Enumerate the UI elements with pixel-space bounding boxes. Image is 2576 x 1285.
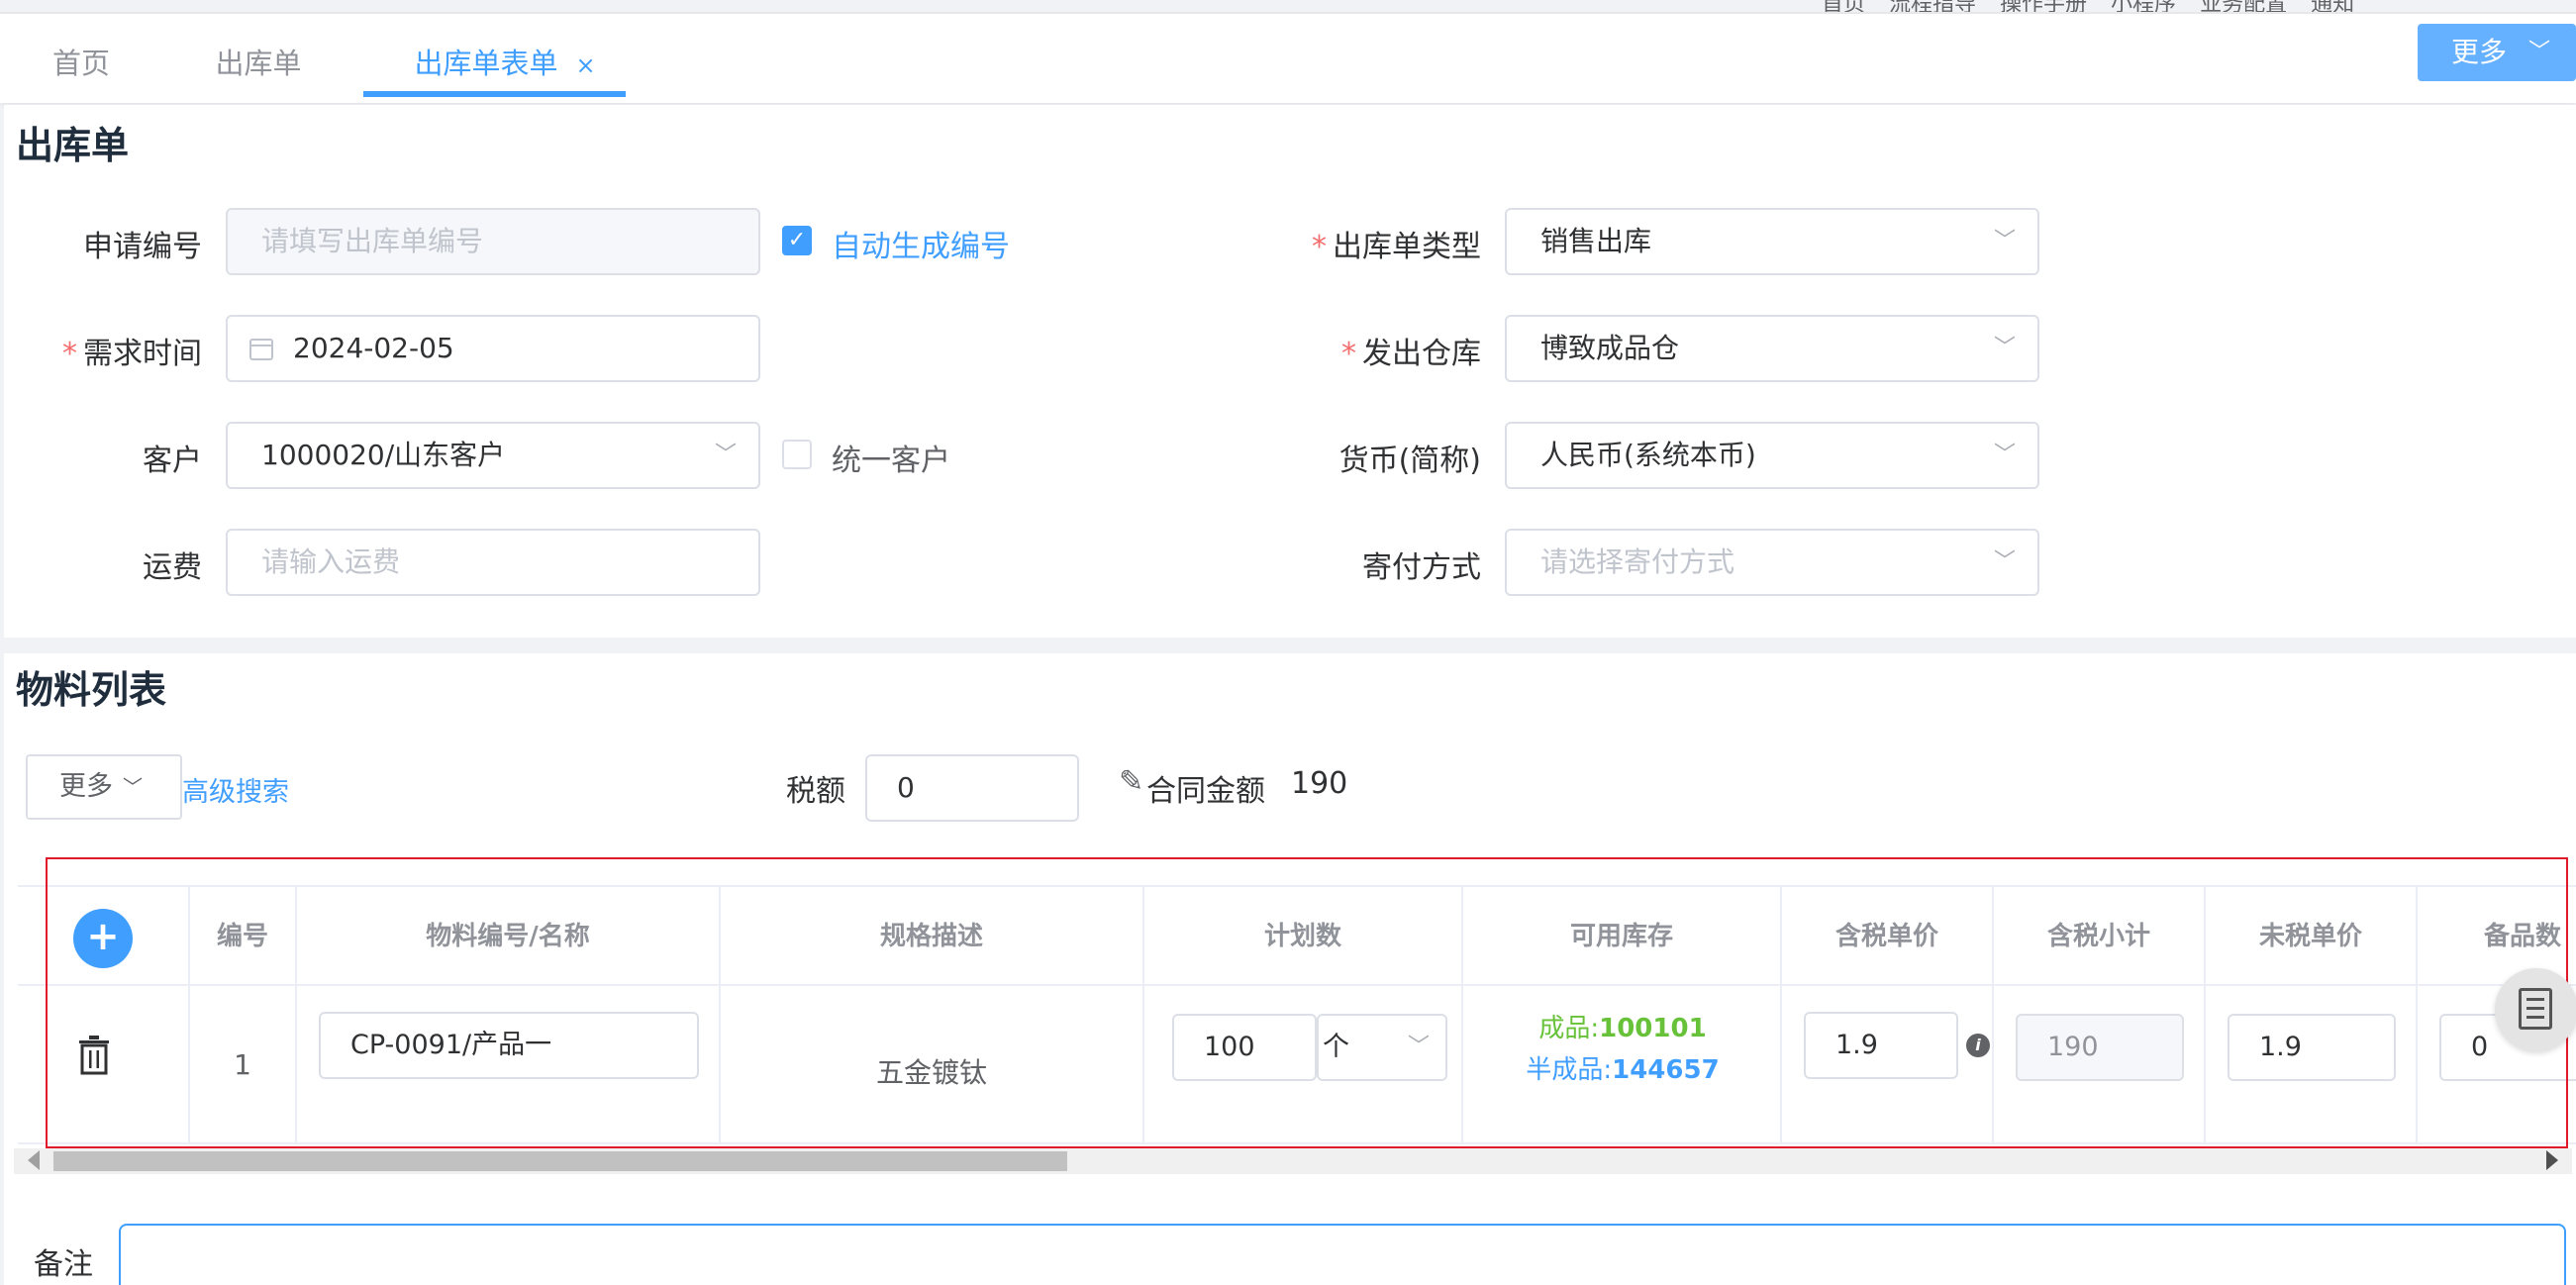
scroll-right-icon[interactable] xyxy=(2546,1150,2558,1170)
close-icon[interactable]: × xyxy=(575,51,595,79)
top-link-config[interactable]: 业务配置 xyxy=(2200,0,2287,12)
freight-input[interactable]: 请输入运费 xyxy=(226,529,760,596)
shipping-select[interactable]: 请选择寄付方式 ﹀ xyxy=(1505,529,2039,596)
freight-label: 运费 xyxy=(143,550,202,585)
tax-label: 税额 xyxy=(786,774,845,809)
tab-bar: 首页 出库单 出库单表单 × xyxy=(0,14,2576,103)
more-button-label: 更多 xyxy=(2451,36,2508,68)
tab-outbound-form[interactable]: 出库单表单 × xyxy=(406,34,604,93)
out-type-select[interactable]: 销售出库 ﹀ xyxy=(1505,208,2039,275)
apply-no-placeholder: 请填写出库单编号 xyxy=(261,225,484,257)
currency-label: 货币(简称) xyxy=(1338,444,1481,478)
demand-time-value: 2024-02-05 xyxy=(293,332,454,364)
currency-value: 人民币(系统本币) xyxy=(1540,439,1756,471)
out-type-label: * 出库单类型 xyxy=(1312,230,1481,264)
contract-amount-label: 合同金额 xyxy=(1146,774,1265,809)
tax-input[interactable]: 0 xyxy=(865,754,1079,822)
remark-label: 备注 xyxy=(34,1247,93,1282)
advanced-search-link[interactable]: 高级搜索 xyxy=(182,770,289,809)
tab-home[interactable]: 首页 xyxy=(50,34,113,93)
top-link-guide[interactable]: 流程指导 xyxy=(1889,0,1976,12)
tax-value: 0 xyxy=(897,771,915,804)
shipping-label: 寄付方式 xyxy=(1362,550,1481,585)
warehouse-value: 博致成品仓 xyxy=(1540,332,1680,364)
outbound-form-panel: 出库单 申请编号 请填写出库单编号 ✓ 自动生成编号 * 出库单类型 销售出库 ﹀… xyxy=(4,105,2576,638)
scrollbar-thumb[interactable] xyxy=(53,1151,1067,1171)
chevron-down-icon: ﹀ xyxy=(1993,549,2016,574)
out-type-value: 销售出库 xyxy=(1540,225,1652,257)
chevron-down-icon: ﹀ xyxy=(2528,40,2551,64)
contract-amount-value: 190 xyxy=(1291,766,1348,801)
table-highlight-box xyxy=(46,857,2568,1148)
apply-no-input[interactable]: 请填写出库单编号 xyxy=(226,208,760,275)
materials-more-label: 更多 xyxy=(59,771,113,802)
materials-more-button[interactable]: 更多 ﹀ xyxy=(26,754,182,820)
unified-customer-checkbox[interactable] xyxy=(782,440,812,469)
customer-label: 客户 xyxy=(143,444,202,478)
tab-outbound-form-label: 出库单表单 xyxy=(414,47,558,80)
chevron-down-icon: ﹀ xyxy=(714,443,737,467)
top-link-home[interactable]: 首页 xyxy=(1822,0,1865,12)
materials-title: 物料列表 xyxy=(16,668,167,712)
table-horizontal-scrollbar[interactable] xyxy=(14,1148,2572,1174)
customer-value: 1000020/山东客户 xyxy=(261,439,506,471)
warehouse-select[interactable]: 博致成品仓 ﹀ xyxy=(1505,315,2039,382)
chevron-down-icon: ﹀ xyxy=(1993,336,2016,360)
chevron-down-icon: ﹀ xyxy=(1993,443,2016,467)
edit-icon[interactable]: ✎ xyxy=(1119,764,1143,799)
unified-customer-label[interactable]: 统一客户 xyxy=(832,436,950,479)
demand-time-label: * 需求时间 xyxy=(62,337,202,371)
currency-select[interactable]: 人民币(系统本币) ﹀ xyxy=(1505,422,2039,489)
auto-number-label[interactable]: 自动生成编号 xyxy=(832,222,1010,265)
chevron-down-icon: ﹀ xyxy=(1993,229,2016,253)
shipping-placeholder: 请选择寄付方式 xyxy=(1540,545,1735,578)
auto-number-checkbox[interactable]: ✓ xyxy=(782,226,812,255)
demand-time-datepicker[interactable]: 2024-02-05 xyxy=(226,315,760,382)
chevron-down-icon: ﹀ xyxy=(123,775,143,799)
form-title: 出库单 xyxy=(16,124,130,167)
top-link-manual[interactable]: 操作手册 xyxy=(2000,0,2087,12)
document-icon xyxy=(2519,988,2552,1030)
warehouse-label: * 发出仓库 xyxy=(1341,337,1481,371)
more-button[interactable]: 更多 ﹀ xyxy=(2418,24,2576,81)
freight-placeholder: 请输入运费 xyxy=(261,545,401,578)
remark-textarea[interactable] xyxy=(119,1224,2566,1285)
floating-doc-button[interactable] xyxy=(2495,968,2576,1051)
top-link-notice[interactable]: 通知 xyxy=(2311,0,2354,12)
top-link-miniapp[interactable]: 小程序 xyxy=(2111,0,2176,12)
calendar-icon xyxy=(249,339,273,360)
top-nav-links: 首页 流程指导 操作手册 小程序 业务配置 通知 xyxy=(1822,0,2376,12)
apply-no-label: 申请编号 xyxy=(83,230,202,264)
scroll-left-icon[interactable] xyxy=(28,1150,40,1170)
active-tab-indicator xyxy=(363,91,626,97)
tab-outbound-list[interactable]: 出库单 xyxy=(214,34,303,93)
customer-select[interactable]: 1000020/山东客户 ﹀ xyxy=(226,422,760,489)
